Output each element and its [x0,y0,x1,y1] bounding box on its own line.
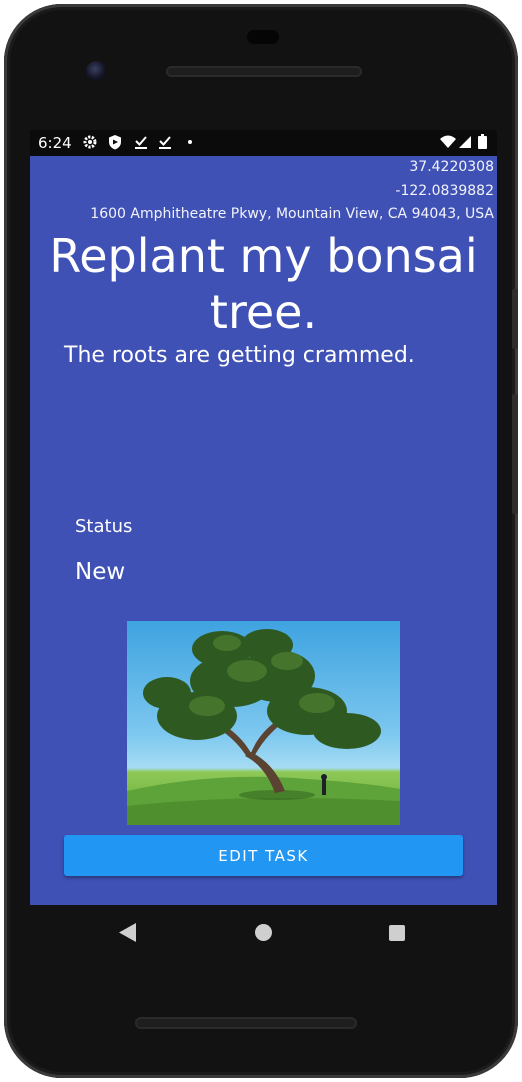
gear-icon [82,134,98,154]
task-detail-screen: 37.4220308 -122.0839882 1600 Amphitheatr… [30,156,497,905]
shield-icon [108,134,122,154]
task-photo [127,621,400,825]
back-triangle-icon[interactable] [119,923,136,946]
home-circle-icon[interactable] [255,924,272,941]
status-value: New [75,559,126,585]
latitude-text: 37.4220308 [409,159,494,175]
longitude-text: -122.0839882 [395,183,494,199]
status-bar: 6:24 [30,130,497,156]
power-button [512,289,518,349]
edit-task-button[interactable]: EDIT TASK [64,835,463,876]
battery-icon [478,134,487,154]
address-text: 1600 Amphitheatre Pkwy, Mountain View, C… [90,206,494,222]
speaker-grille-bottom [135,1017,357,1029]
check-download-icon [158,134,172,154]
check-download-icon [134,134,148,154]
status-time: 6:24 [38,134,72,152]
navigation-bar [30,905,497,961]
front-camera [86,61,106,81]
tree-illustration [127,629,400,825]
recents-square-icon[interactable] [389,925,405,941]
wifi-icon [440,134,456,154]
task-title: Replant my bonsai tree. [49,229,478,339]
volume-button [512,394,518,514]
signal-icon [458,134,472,154]
earpiece [247,30,279,44]
status-label: Status [75,516,133,537]
dot-icon [187,134,193,154]
task-description: The roots are getting crammed. [64,343,415,368]
speaker-grille-top [166,66,362,77]
